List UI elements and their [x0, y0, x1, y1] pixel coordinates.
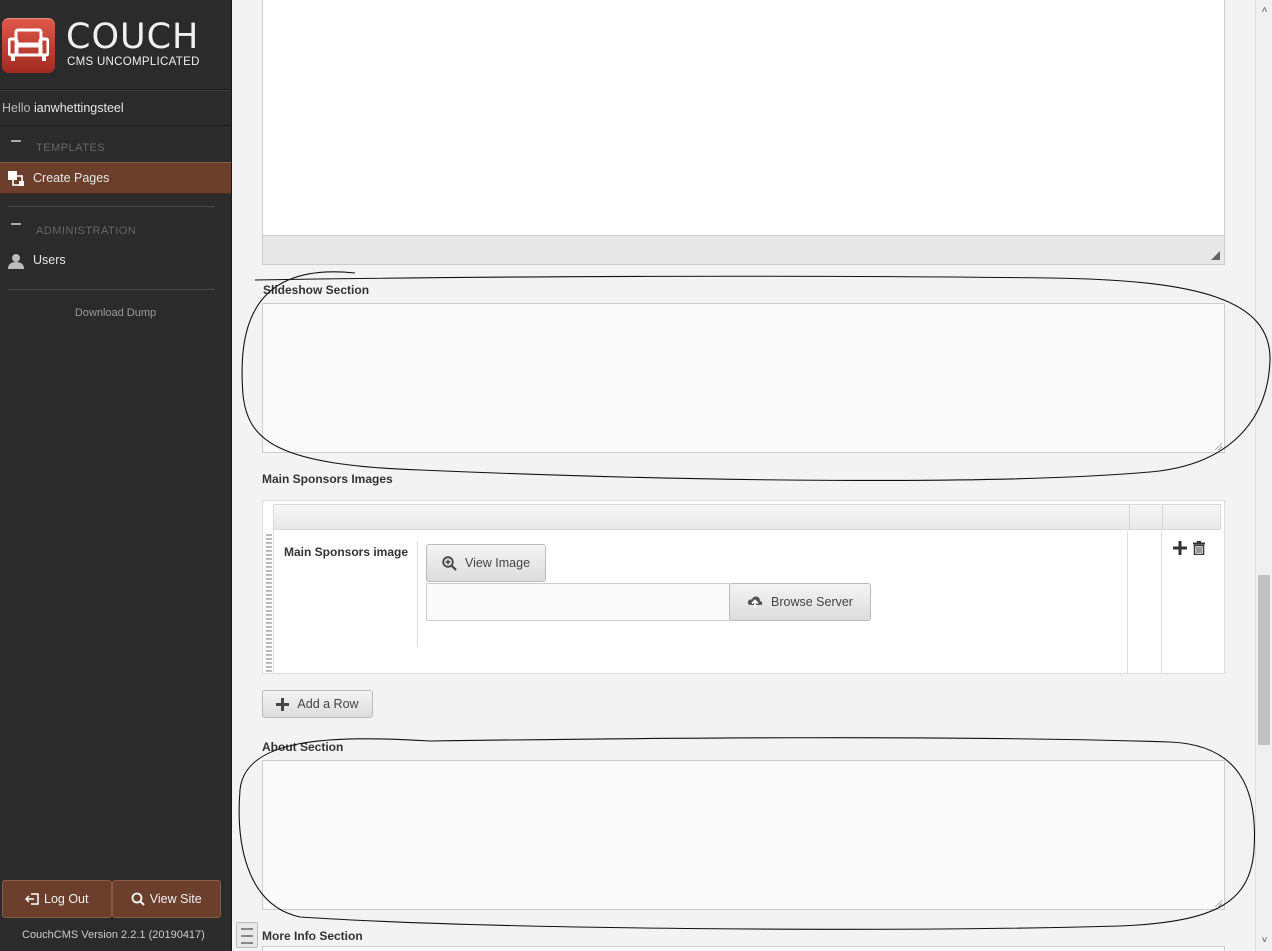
main-content: Slideshow Section Main Sponsors Images M… — [232, 0, 1255, 951]
templates-section-header[interactable]: TEMPLATES — [0, 126, 231, 162]
username: ianwhettingsteel — [33, 101, 124, 115]
pages-icon — [8, 171, 25, 190]
cloud-upload-icon — [747, 596, 763, 608]
sidebar-divider — [8, 206, 215, 207]
resize-grip-icon[interactable] — [1211, 251, 1220, 260]
logout-label: Log Out — [44, 892, 89, 906]
more-info-section-textarea[interactable] — [262, 946, 1225, 951]
editor-footer — [263, 235, 1224, 264]
logout-button[interactable]: Log Out — [2, 880, 112, 918]
sidebar-divider — [8, 289, 215, 290]
browse-server-button[interactable]: Browse Server — [729, 583, 871, 621]
templates-header-label: TEMPLATES — [36, 142, 106, 154]
slideshow-section-textarea[interactable] — [262, 303, 1225, 453]
sidebar-footer-buttons: Log Out View Site — [2, 880, 221, 918]
vertical-scrollbar[interactable]: ˄ ˅ — [1255, 0, 1272, 951]
row-actions — [1173, 541, 1205, 555]
table-cell — [1128, 531, 1162, 673]
couch-sofa-icon — [2, 18, 55, 73]
drag-handle-icon[interactable] — [266, 534, 272, 672]
view-image-button[interactable]: View Image — [426, 544, 546, 582]
collapse-minus-icon — [11, 140, 21, 142]
zoom-in-icon — [442, 555, 457, 571]
collapse-minus-icon — [11, 223, 21, 225]
rich-text-editor[interactable] — [262, 0, 1225, 265]
scroll-up-arrow-icon[interactable]: ˄ — [1256, 2, 1272, 19]
add-a-row-button[interactable]: Add a Row — [262, 690, 373, 718]
user-greeting: Hello ianwhettingsteel — [0, 90, 231, 126]
trash-icon[interactable] — [1193, 541, 1205, 555]
panel-toggle-icon[interactable] — [236, 922, 258, 948]
brand-subtitle: CMS UNCOMPLICATED — [67, 56, 200, 68]
administration-section-header[interactable]: ADMINISTRATION — [0, 209, 231, 245]
view-site-button[interactable]: View Site — [111, 880, 221, 918]
scrollbar-thumb[interactable] — [1258, 575, 1270, 745]
view-site-label: View Site — [149, 892, 202, 906]
main-sponsors-image-label: Main Sponsors image — [284, 545, 409, 559]
plus-icon — [276, 697, 290, 711]
sidebar-item-users[interactable]: Users — [0, 245, 231, 277]
main-sponsors-images-label: Main Sponsors Images — [262, 472, 393, 486]
cell-separator — [417, 541, 418, 647]
create-pages-label: Create Pages — [33, 171, 110, 185]
resize-handle-icon[interactable] — [1214, 899, 1222, 907]
view-image-label: View Image — [464, 556, 531, 570]
image-path-input[interactable] — [426, 583, 730, 621]
brand-title: COUCH — [66, 17, 200, 57]
users-label: Users — [33, 253, 66, 267]
logout-icon — [25, 893, 39, 905]
slideshow-section-label: Slideshow Section — [263, 283, 370, 297]
sidebar-item-create-pages[interactable]: Create Pages — [0, 162, 231, 194]
sponsors-repeatable-table: Main Sponsors image View Image Browse Se… — [262, 500, 1225, 674]
add-row-plus-icon[interactable] — [1173, 541, 1187, 555]
resize-handle-icon[interactable] — [1214, 442, 1222, 450]
scroll-down-arrow-icon[interactable]: ˅ — [1256, 932, 1272, 949]
download-dump-link[interactable]: Download Dump — [0, 307, 231, 319]
couch-logo[interactable]: COUCH CMS UNCOMPLICATED — [0, 0, 231, 90]
administration-header-label: ADMINISTRATION — [36, 225, 137, 237]
table-header — [273, 504, 1221, 530]
table-header-cell — [1129, 505, 1163, 529]
search-icon — [131, 892, 145, 906]
more-info-section-label: More Info Section — [262, 929, 363, 943]
browse-server-label: Browse Server — [771, 595, 853, 609]
add-a-row-label: Add a Row — [297, 697, 359, 711]
version-text: CouchCMS Version 2.2.1 (20190417) — [22, 929, 205, 941]
greeting-text: Hello — [2, 101, 31, 115]
user-icon — [8, 253, 24, 272]
about-section-label: About Section — [262, 740, 344, 754]
sidebar: COUCH CMS UNCOMPLICATED Hello ianwhettin… — [0, 0, 232, 951]
about-section-textarea[interactable] — [262, 760, 1225, 910]
